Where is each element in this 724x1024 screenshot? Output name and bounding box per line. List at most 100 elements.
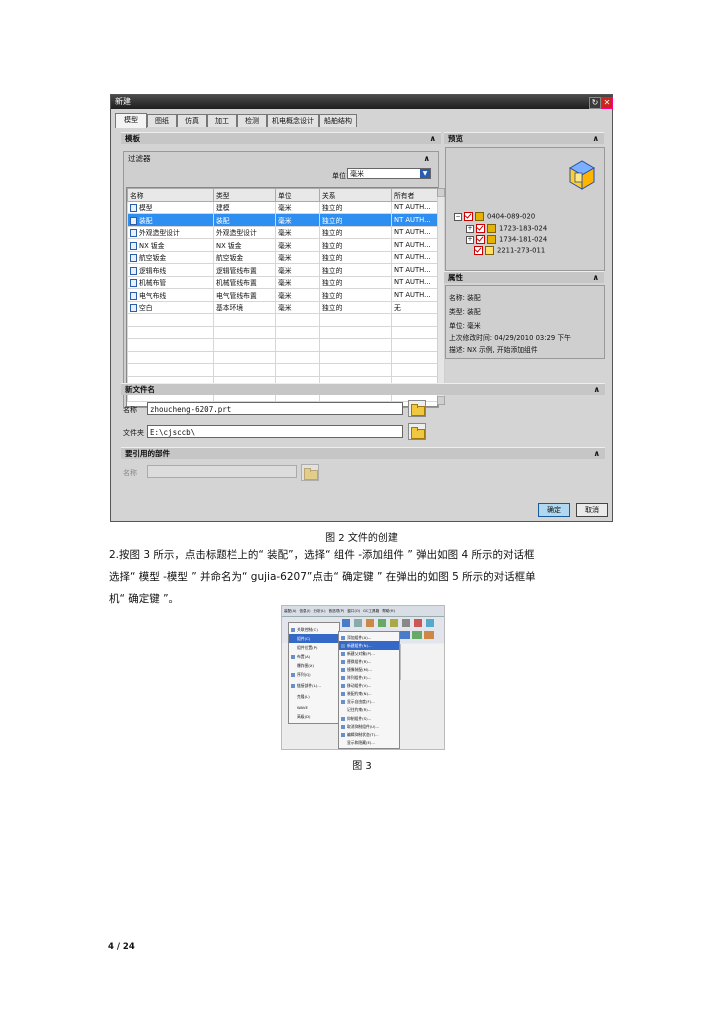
- tab-ship-structure[interactable]: 船舶结构: [319, 114, 357, 127]
- menu-item[interactable]: 爆炸图(X): [289, 661, 339, 670]
- unit-select[interactable]: 毫米 ▼: [347, 168, 431, 179]
- collapse-icon[interactable]: ∧: [424, 152, 431, 166]
- checkbox-icon[interactable]: [474, 246, 483, 255]
- menu-item-icon: [341, 651, 345, 656]
- cell-owner: NT AUTH...: [391, 238, 437, 252]
- column-header-unit[interactable]: 单位: [275, 188, 320, 202]
- column-header-owner[interactable]: 所有者: [391, 188, 437, 202]
- cell-unit: 毫米: [275, 300, 320, 314]
- menu-item-components[interactable]: 组件(C): [289, 634, 339, 643]
- collapse-icon[interactable]: ∧: [594, 384, 601, 396]
- collapse-icon[interactable]: −: [454, 212, 462, 221]
- menu-item[interactable]: 记住约束(R)...: [339, 705, 399, 714]
- menu-gc-toolbox[interactable]: GC工具箱: [363, 609, 379, 613]
- expand-icon[interactable]: +: [466, 224, 474, 233]
- page-number: 4 / 24: [108, 942, 135, 952]
- cell-relation: 独立的: [319, 238, 392, 252]
- checkbox-icon[interactable]: [476, 235, 485, 244]
- dialog-title-bar: 新建 ↻ ✕: [111, 95, 613, 109]
- menu-item[interactable]: 布置(A): [289, 652, 339, 661]
- tab-model[interactable]: 模型: [115, 113, 147, 128]
- collapse-icon[interactable]: ∧: [593, 133, 600, 145]
- menu-preferences[interactable]: 首选项(P): [329, 609, 345, 613]
- table-row[interactable]: 航空钣金 航空钣金 毫米 独立的 NT AUTH...: [127, 250, 437, 264]
- tree-node-label: 2211-273-011: [497, 246, 546, 255]
- menu-window[interactable]: 窗口(O): [347, 609, 360, 613]
- menu-item-icon: [291, 654, 295, 659]
- menu-item[interactable]: 显示和隐藏(E)...: [339, 738, 399, 747]
- table-row[interactable]: 空白 基本环境 毫米 独立的无: [127, 300, 437, 314]
- tab-drawing[interactable]: 图纸: [147, 114, 177, 127]
- tab-mechatronics[interactable]: 机电概念设计: [267, 114, 319, 127]
- cell-type: NX 钣金: [213, 238, 276, 252]
- menu-item-label: 取消抑制组件(U)...: [347, 724, 380, 729]
- menu-item[interactable]: 序列(Q): [289, 670, 339, 679]
- reference-part-header[interactable]: 要引用的部件 ∧: [121, 447, 605, 459]
- menu-assembly[interactable]: 装配(A): [284, 609, 296, 613]
- part-icon: [485, 246, 494, 255]
- tab-inspection[interactable]: 检测: [237, 114, 267, 127]
- help-icon[interactable]: ↻: [589, 97, 601, 109]
- expand-icon[interactable]: +: [466, 235, 474, 244]
- table-row[interactable]: 电气布线 电气管线布置 毫米 独立的 NT AUTH...: [127, 288, 437, 302]
- cell-relation: 独立的: [319, 225, 392, 239]
- row-name-text: NX 钣金: [139, 241, 165, 250]
- table-row[interactable]: 逻辑布线 逻辑管线布置 毫米 独立的 NT AUTH...: [127, 263, 437, 277]
- table-row[interactable]: 机械布管 机械管线布置 毫米 独立的 NT AUTH...: [127, 275, 437, 289]
- table-row[interactable]: NX 钣金 NX 钣金 毫米 独立的 NT AUTH...: [127, 238, 437, 252]
- checkbox-icon[interactable]: [464, 212, 473, 221]
- table-header-row: 名称 类型 单位 关系 所有者: [127, 188, 437, 202]
- properties-header[interactable]: 属性 ∧: [444, 271, 604, 283]
- cell-name: 航空钣金: [127, 250, 214, 264]
- cell-owner: 无: [391, 300, 437, 314]
- tree-node-root[interactable]: − 0404-089-020: [454, 212, 535, 221]
- ok-button[interactable]: 确定: [538, 503, 570, 517]
- table-row[interactable]: 装配 装配 毫米 独立的 NT AUTH...: [127, 213, 437, 227]
- column-header-name[interactable]: 名称: [127, 188, 214, 202]
- menu-item-label: 抑制组件(S)...: [347, 716, 372, 721]
- cell-unit: 毫米: [275, 225, 320, 239]
- tree-node-child[interactable]: +1734-181-024: [466, 235, 547, 244]
- cell-owner: NT AUTH...: [391, 288, 437, 302]
- menu-help[interactable]: 帮助(H): [382, 609, 395, 613]
- folder-input[interactable]: E:\cjsccb\: [147, 425, 403, 438]
- menu-analysis[interactable]: 分析(L): [314, 609, 326, 613]
- preview-header[interactable]: 预览 ∧: [444, 132, 604, 144]
- menu-item[interactable]: 高级(D): [289, 712, 339, 721]
- menu-item[interactable]: 关联控制(C): [289, 625, 339, 634]
- table-scrollbar[interactable]: [437, 188, 445, 405]
- browse-name-folder-icon[interactable]: [408, 400, 426, 417]
- column-header-relation[interactable]: 关系: [319, 188, 392, 202]
- menu-item[interactable]: 组件位置(P): [289, 643, 339, 652]
- chevron-down-icon[interactable]: ▼: [420, 169, 430, 178]
- cell-name: 逻辑布线: [127, 263, 214, 277]
- table-row[interactable]: 外观造型设计 外观造型设计 毫米 独立的 NT AUTH...: [127, 225, 437, 239]
- reference-part-header-label: 要引用的部件: [125, 449, 170, 458]
- menu-item[interactable]: 链接部件(L)...: [289, 681, 339, 690]
- menu-item[interactable]: 克隆(L): [289, 692, 339, 701]
- column-header-type[interactable]: 类型: [213, 188, 276, 202]
- menu-item-icon: [291, 683, 295, 688]
- filter-header[interactable]: 过滤器 ∧: [124, 152, 438, 166]
- cell-unit: 毫米: [275, 238, 320, 252]
- templates-header[interactable]: 模板 ∧: [121, 132, 441, 144]
- tree-node-child[interactable]: +1723-183-024: [466, 224, 547, 233]
- tab-simulation[interactable]: 仿真: [177, 114, 207, 127]
- table-row[interactable]: 模型 建模 毫米 独立的 NT AUTH...: [127, 200, 437, 214]
- collapse-icon[interactable]: ∧: [430, 133, 437, 145]
- browse-folder-icon[interactable]: [408, 423, 426, 440]
- menu-item-label: 显示和隐藏(E)...: [347, 740, 375, 745]
- menu-info[interactable]: 信息(I): [299, 609, 310, 613]
- tree-node-child[interactable]: 2211-273-011: [474, 246, 545, 255]
- collapse-icon[interactable]: ∧: [593, 272, 600, 284]
- file-name-input[interactable]: zhoucheng-6207.prt: [147, 402, 403, 415]
- menu-item[interactable]: WAVE: [289, 703, 339, 712]
- tab-machining[interactable]: 加工: [207, 114, 237, 127]
- cancel-button[interactable]: 取消: [576, 503, 608, 517]
- close-icon[interactable]: ✕: [601, 97, 613, 109]
- collapse-icon[interactable]: ∧: [594, 448, 601, 460]
- menu-item-icon: [291, 672, 295, 677]
- new-file-header[interactable]: 新文件名 ∧: [121, 383, 605, 395]
- table-row-empty: [127, 338, 437, 352]
- checkbox-icon[interactable]: [476, 224, 485, 233]
